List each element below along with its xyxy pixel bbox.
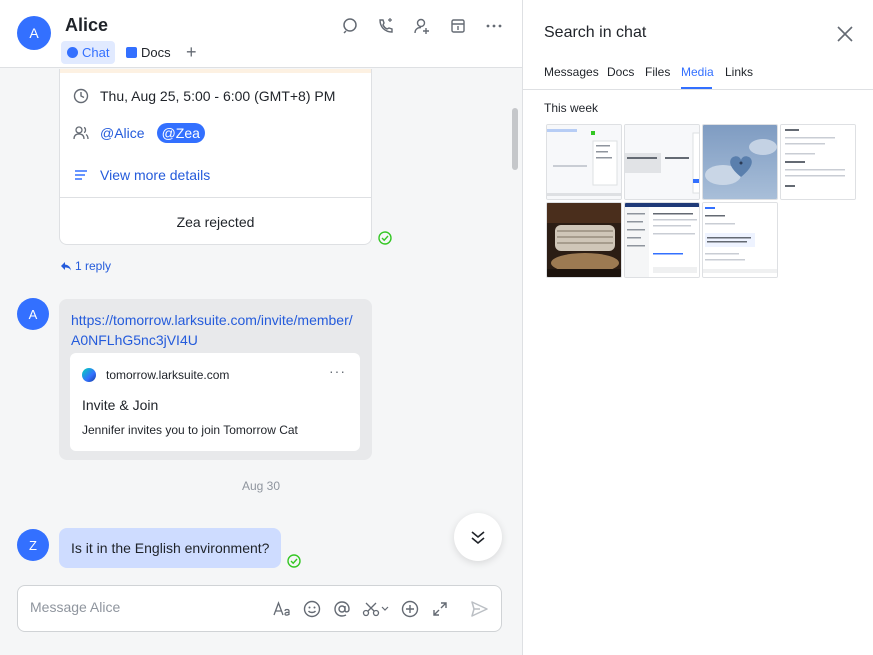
link-message-bubble[interactable]: https://tomorrow.larksuite.com/invite/me…: [59, 299, 372, 460]
media-thumbnail[interactable]: [624, 124, 700, 200]
mention-zea[interactable]: @Zea: [156, 123, 205, 143]
link-preview-site: tomorrow.larksuite.com: [82, 368, 229, 382]
double-chevron-down-icon: [471, 531, 485, 545]
send-icon[interactable]: [469, 599, 489, 619]
link-preview-domain: tomorrow.larksuite.com: [106, 368, 230, 382]
attendees-icon: [72, 124, 90, 142]
reply-count: 1 reply: [75, 259, 112, 273]
media-thumbnail[interactable]: [780, 124, 856, 200]
event-time: Thu, Aug 25, 5:00 - 6:00 (GMT+8) PM: [100, 88, 336, 104]
reply-icon: [61, 262, 71, 271]
message-input[interactable]: [30, 599, 250, 615]
tab-messages[interactable]: Messages: [544, 65, 599, 79]
media-thumbnail[interactable]: [546, 202, 622, 278]
tab-links[interactable]: Links: [725, 65, 753, 79]
message-composer: [17, 585, 502, 632]
chat-avatar[interactable]: A: [17, 16, 51, 50]
add-member-icon[interactable]: [412, 16, 432, 36]
text-format-icon[interactable]: [272, 599, 292, 619]
view-more-details-label: View more details: [100, 167, 211, 183]
search-panel-title: Search in chat: [544, 24, 647, 41]
event-attendees-row: @Alice @Zea: [72, 123, 205, 143]
scroll-to-bottom-button[interactable]: [454, 513, 502, 561]
tab-chat[interactable]: Chat: [61, 41, 116, 64]
event-card-divider: [60, 197, 371, 198]
docs-icon: [126, 47, 137, 58]
site-logo-icon: [82, 368, 96, 382]
link-preview-more-icon[interactable]: ···: [329, 363, 346, 379]
search-in-chat-panel: Search in chat Messages Docs Files Media…: [522, 0, 873, 655]
chat-pane: A Alice Chat Docs + Thu, Aug 25, 5:00 - …: [0, 0, 522, 655]
chat-header: A Alice Chat Docs +: [0, 0, 522, 68]
link-preview-title: Invite & Join: [82, 397, 159, 413]
link-preview-description: Jennifer invites you to join Tomorrow Ca…: [82, 423, 298, 437]
sender-avatar-zea[interactable]: Z: [17, 529, 49, 561]
chat-title[interactable]: Alice: [65, 15, 108, 36]
chat-icon: [67, 47, 78, 58]
own-message-bubble[interactable]: Is it in the English environment?: [59, 528, 282, 568]
mention-icon[interactable]: [332, 599, 352, 619]
tab-docs[interactable]: Docs: [120, 41, 177, 64]
close-icon[interactable]: [836, 25, 854, 43]
message-list[interactable]: Thu, Aug 25, 5:00 - 6:00 (GMT+8) PM @Ali…: [0, 69, 522, 579]
media-thumbnail[interactable]: [624, 202, 700, 278]
date-divider: Aug 30: [241, 479, 281, 493]
event-card[interactable]: Thu, Aug 25, 5:00 - 6:00 (GMT+8) PM @Ali…: [59, 69, 372, 245]
event-card-strip: [60, 69, 371, 73]
mention-alice[interactable]: @Alice: [100, 125, 145, 141]
search-tabs: Messages Docs Files Media Links: [523, 57, 873, 90]
phone-icon[interactable]: [376, 16, 396, 36]
tab-chat-label: Chat: [82, 45, 110, 60]
media-section-label: This week: [544, 101, 599, 115]
invite-url-link[interactable]: https://tomorrow.larksuite.com/invite/me…: [71, 310, 361, 350]
add-attachment-icon[interactable]: [400, 599, 420, 619]
view-more-details-link[interactable]: View more details: [72, 166, 210, 184]
media-thumbnail[interactable]: [702, 202, 778, 278]
reply-thread-link[interactable]: 1 reply: [60, 259, 111, 273]
add-tab-button[interactable]: +: [186, 42, 197, 62]
expand-icon[interactable]: [430, 599, 450, 619]
search-icon[interactable]: [340, 16, 360, 36]
tab-docs-label: Docs: [141, 45, 171, 60]
event-status: Zea rejected: [176, 214, 255, 230]
list-icon: [72, 166, 90, 184]
emoji-icon[interactable]: [302, 599, 322, 619]
tab-media[interactable]: Media: [681, 65, 714, 79]
tab-docs[interactable]: Docs: [607, 65, 634, 79]
read-check-icon: [287, 554, 301, 568]
active-tab-indicator: [681, 87, 712, 89]
clock-icon: [72, 87, 90, 105]
link-preview-card[interactable]: tomorrow.larksuite.com ··· Invite & Join…: [70, 353, 360, 451]
message-text: Is it in the English environment?: [71, 540, 270, 556]
more-icon[interactable]: [484, 16, 504, 36]
screenshot-icon[interactable]: [362, 599, 390, 619]
media-thumbnail[interactable]: [546, 124, 622, 200]
tab-files[interactable]: Files: [645, 65, 670, 79]
read-check-icon: [378, 231, 392, 245]
message-list-scrollbar[interactable]: [512, 108, 518, 170]
event-time-row: Thu, Aug 25, 5:00 - 6:00 (GMT+8) PM: [72, 87, 335, 105]
media-thumbnail[interactable]: [702, 124, 778, 200]
calendar-icon[interactable]: [448, 16, 468, 36]
sender-avatar-alice[interactable]: A: [17, 298, 49, 330]
